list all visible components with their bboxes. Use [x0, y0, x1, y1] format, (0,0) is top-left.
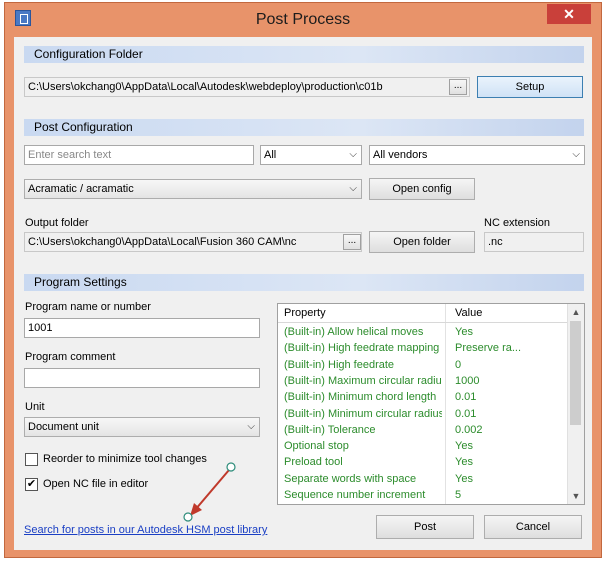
- annotation-arrow-line: [194, 469, 230, 511]
- annotation-arrow: [183, 462, 236, 522]
- annotation-handle-start: [226, 462, 236, 472]
- annotation-handle-end: [183, 512, 193, 522]
